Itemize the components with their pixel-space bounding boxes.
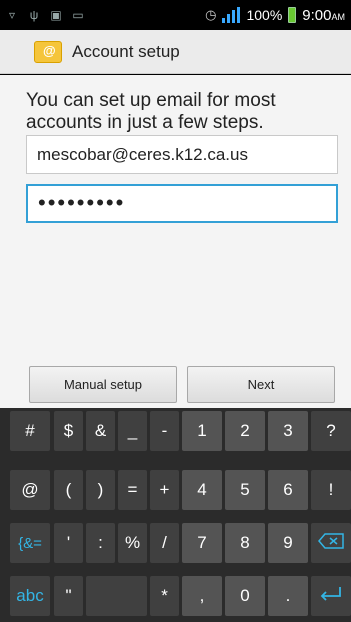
key-6[interactable]: 6: [268, 470, 308, 510]
key-minus[interactable]: -: [150, 411, 179, 451]
key-question[interactable]: ?: [311, 411, 351, 451]
key-colon[interactable]: :: [86, 523, 115, 563]
status-bar: ▿ ψ ▣ ▭ ◷ 100% 9:00AM: [0, 0, 351, 30]
key-3[interactable]: 3: [268, 411, 308, 451]
email-app-icon: [34, 40, 62, 63]
key-exclamation[interactable]: !: [311, 470, 351, 510]
key-5[interactable]: 5: [225, 470, 265, 510]
key-4[interactable]: 4: [182, 470, 222, 510]
key-hash[interactable]: #: [10, 411, 50, 451]
key-underscore[interactable]: _: [118, 411, 147, 451]
key-quote[interactable]: ": [54, 576, 83, 616]
key-comma[interactable]: ,: [182, 576, 222, 616]
backspace-icon: [318, 532, 344, 554]
key-backspace[interactable]: [311, 523, 351, 563]
usb-icon: ψ: [29, 8, 39, 22]
keyboard-icon: ▭: [72, 8, 84, 22]
key-8[interactable]: 8: [225, 523, 265, 563]
soft-keyboard: # $ & _ - 1 2 3 ? @ ( ) = + 4 5 6 ! {&= …: [0, 408, 351, 622]
battery-icon: [288, 7, 297, 23]
key-9[interactable]: 9: [268, 523, 308, 563]
key-asterisk[interactable]: *: [150, 576, 179, 616]
key-2[interactable]: 2: [225, 411, 265, 451]
password-field[interactable]: •••••••••: [26, 184, 338, 223]
key-close-paren[interactable]: ): [86, 470, 115, 510]
manual-setup-button[interactable]: Manual setup: [29, 366, 177, 403]
next-button[interactable]: Next: [187, 366, 335, 403]
alarm-icon: ◷: [205, 7, 217, 22]
key-1[interactable]: 1: [182, 411, 222, 451]
battery-percent: 100%: [246, 7, 283, 23]
email-field[interactable]: mescobar@ceres.k12.ca.us: [26, 135, 338, 174]
key-0[interactable]: 0: [225, 576, 265, 616]
account-setup-form: You can set up email for most accounts i…: [0, 75, 351, 408]
key-7[interactable]: 7: [182, 523, 222, 563]
key-plus[interactable]: +: [150, 470, 179, 510]
key-enter[interactable]: [311, 576, 351, 616]
key-dollar[interactable]: $: [54, 411, 83, 451]
enter-icon: [318, 585, 344, 608]
key-ampersand[interactable]: &: [86, 411, 115, 451]
action-bar: Account setup: [0, 30, 351, 74]
status-bar-notifications: ▿ ψ ▣ ▭: [6, 9, 84, 21]
debug-icon: ▿: [8, 8, 16, 22]
key-percent[interactable]: %: [118, 523, 147, 563]
key-space[interactable]: [86, 576, 147, 616]
key-at[interactable]: @: [10, 470, 50, 510]
key-equals[interactable]: =: [118, 470, 147, 510]
clock: 9:00AM: [302, 6, 345, 24]
key-period[interactable]: .: [268, 576, 308, 616]
signal-icon: [222, 7, 241, 23]
key-apostrophe[interactable]: ': [54, 523, 83, 563]
key-abc-toggle[interactable]: abc: [10, 576, 50, 616]
key-symbols-toggle[interactable]: {&=: [10, 523, 50, 563]
instructions-text: You can set up email for most accounts i…: [26, 90, 276, 133]
page-title: Account setup: [72, 41, 180, 61]
key-open-paren[interactable]: (: [54, 470, 83, 510]
image-icon: ▣: [50, 8, 62, 22]
key-slash[interactable]: /: [150, 523, 179, 563]
